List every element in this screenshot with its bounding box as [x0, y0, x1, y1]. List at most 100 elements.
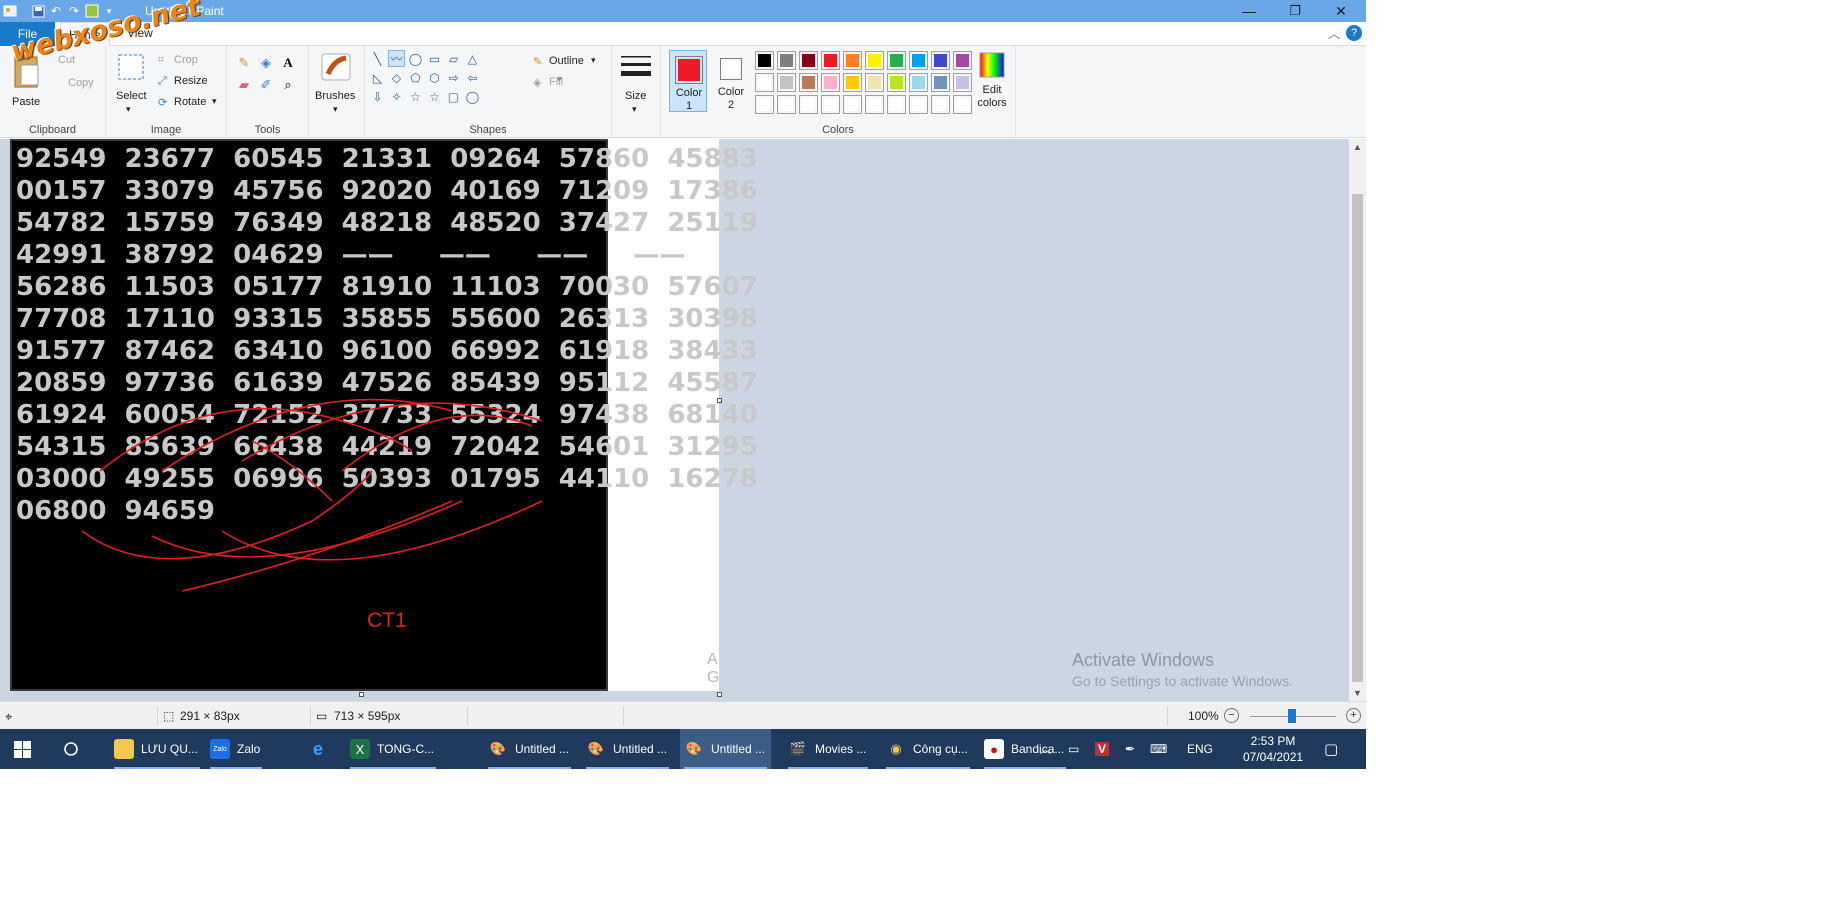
- taskbar-app[interactable]: ◉ Công cụ...: [882, 729, 974, 769]
- palette-swatch[interactable]: [821, 51, 840, 70]
- select-dropdown-icon[interactable]: ▾: [126, 104, 131, 115]
- palette-swatch[interactable]: [953, 51, 972, 70]
- palette-swatch[interactable]: [953, 73, 972, 92]
- palette-swatch[interactable]: [887, 95, 906, 114]
- start-button[interactable]: [12, 729, 39, 769]
- taskbar-app[interactable]: X TONG-C...: [346, 729, 440, 769]
- rotate-dropdown-icon[interactable]: ▾: [212, 96, 217, 107]
- taskbar-app[interactable]: Zalo Zalo: [206, 729, 266, 769]
- text-icon[interactable]: A: [279, 54, 297, 72]
- pentagon-shape-icon[interactable]: ⬠: [407, 69, 424, 86]
- taskbar-app[interactable]: ● Bandica...: [980, 729, 1070, 769]
- outline-button[interactable]: Outline: [549, 55, 584, 67]
- taskbar-app[interactable]: ▇ LƯU QU...: [110, 729, 204, 769]
- clock[interactable]: 2:53 PM 07/04/2021: [1243, 733, 1303, 765]
- outline-dropdown-icon[interactable]: ▾: [591, 55, 596, 66]
- zoom-in-button[interactable]: +: [1346, 708, 1361, 723]
- left-arrow-shape-icon[interactable]: ⇦: [464, 69, 481, 86]
- rectangle-shape-icon[interactable]: ▭: [426, 50, 443, 67]
- edge-button[interactable]: e: [308, 729, 335, 769]
- size-dropdown-icon[interactable]: ▾: [632, 104, 637, 115]
- maximize-button[interactable]: ❐: [1272, 0, 1318, 22]
- brushes-icon[interactable]: [319, 52, 353, 82]
- magnifier-icon[interactable]: ⌕: [279, 76, 297, 94]
- palette-swatch[interactable]: [909, 73, 928, 92]
- cortana-button[interactable]: [61, 729, 88, 769]
- line-shape-icon[interactable]: ╲: [369, 50, 386, 67]
- palette-swatch[interactable]: [799, 95, 818, 114]
- palette-swatch[interactable]: [755, 51, 774, 70]
- taskbar-app[interactable]: 🎨 Untitled ...: [484, 729, 575, 769]
- palette-swatch[interactable]: [887, 51, 906, 70]
- taskbar-app[interactable]: 🎨 Untitled ...: [582, 729, 673, 769]
- taskbar-app[interactable]: 🎨 Untitled ...: [680, 729, 772, 769]
- palette-swatch[interactable]: [755, 95, 774, 114]
- palette-swatch[interactable]: [865, 51, 884, 70]
- palette-swatch[interactable]: [843, 51, 862, 70]
- palette-swatch[interactable]: [909, 95, 928, 114]
- diamond-shape-icon[interactable]: ◇: [388, 69, 405, 86]
- palette-swatch[interactable]: [865, 95, 884, 114]
- palette-swatch[interactable]: [799, 51, 818, 70]
- curve-shape-icon[interactable]: 〰: [388, 50, 405, 67]
- scroll-down-icon[interactable]: ▼: [1349, 685, 1366, 701]
- brushes-dropdown-icon[interactable]: ▾: [333, 104, 338, 115]
- right-triangle-shape-icon[interactable]: ◺: [369, 69, 386, 86]
- rounded-rectangle-shape-icon[interactable]: ▱: [445, 50, 462, 67]
- palette-swatch[interactable]: [909, 51, 928, 70]
- rotate-button[interactable]: Rotate: [174, 96, 206, 108]
- palette-swatch[interactable]: [777, 95, 796, 114]
- hexagon-shape-icon[interactable]: ⬡: [426, 69, 443, 86]
- vertical-scrollbar[interactable]: ▲ ▼: [1349, 139, 1366, 701]
- down-arrow-shape-icon[interactable]: ⇩: [369, 88, 386, 105]
- palette-swatch[interactable]: [821, 95, 840, 114]
- taskbar-app[interactable]: 🎬 Movies ...: [784, 729, 872, 769]
- palette-swatch[interactable]: [865, 73, 884, 92]
- resize-handle-bottom[interactable]: [359, 692, 364, 697]
- resize-handle-corner[interactable]: [717, 692, 722, 697]
- crop-button[interactable]: Crop: [174, 54, 198, 66]
- eraser-icon[interactable]: ▰: [235, 76, 253, 94]
- palette-swatch[interactable]: [953, 95, 972, 114]
- size-icon[interactable]: [619, 52, 653, 84]
- notifications-icon[interactable]: ▢: [1324, 729, 1338, 769]
- help-icon[interactable]: ?: [1346, 25, 1362, 41]
- resize-handle-right[interactable]: [717, 398, 722, 403]
- oval-shape-icon[interactable]: ◯: [407, 50, 424, 67]
- collapse-ribbon-icon[interactable]: ︿: [1328, 25, 1340, 42]
- canvas-area[interactable]: 92549 23677 60545 21331 09264 57860 4588…: [0, 139, 1349, 701]
- palette-swatch[interactable]: [931, 95, 950, 114]
- palette-swatch[interactable]: [931, 73, 950, 92]
- six-point-star-shape-icon[interactable]: ☆: [426, 88, 443, 105]
- close-button[interactable]: ✕: [1318, 0, 1364, 22]
- redo-icon[interactable]: ↷: [66, 3, 82, 19]
- edit-colors-icon[interactable]: [977, 50, 1007, 80]
- minimize-button[interactable]: —: [1226, 0, 1272, 22]
- battery-icon[interactable]: ▭: [1068, 729, 1079, 769]
- vietkey-icon[interactable]: V: [1095, 729, 1110, 769]
- pasted-lottery-image[interactable]: 92549 23677 60545 21331 09264 57860 4588…: [10, 139, 758, 691]
- callout-rect-shape-icon[interactable]: ▢: [445, 88, 462, 105]
- color1-selector[interactable]: Color 1: [669, 50, 707, 112]
- zoom-slider-thumb[interactable]: [1288, 709, 1296, 723]
- palette-swatch[interactable]: [777, 51, 796, 70]
- select-button[interactable]: Select: [116, 90, 147, 102]
- palette-swatch[interactable]: [777, 73, 796, 92]
- fill-bucket-icon[interactable]: ◈: [257, 54, 275, 72]
- scroll-up-icon[interactable]: ▲: [1349, 139, 1366, 155]
- edit-colors-button[interactable]: Edit colors: [974, 84, 1010, 110]
- pen-icon[interactable]: ✒: [1125, 729, 1135, 769]
- select-icon[interactable]: [116, 52, 146, 82]
- palette-swatch[interactable]: [755, 73, 774, 92]
- show-hidden-icons-icon[interactable]: ︿: [1040, 729, 1051, 769]
- scroll-thumb[interactable]: [1352, 194, 1363, 682]
- save-icon[interactable]: [30, 3, 46, 19]
- paste-label[interactable]: Paste: [12, 96, 40, 108]
- color-picker-icon[interactable]: ✐: [257, 76, 275, 94]
- brushes-label[interactable]: Brushes: [315, 90, 355, 102]
- keyboard-icon[interactable]: ⌨: [1150, 729, 1167, 769]
- four-point-star-shape-icon[interactable]: ✧: [388, 88, 405, 105]
- palette-swatch[interactable]: [931, 51, 950, 70]
- language-indicator[interactable]: ENG: [1187, 729, 1213, 769]
- five-point-star-shape-icon[interactable]: ☆: [407, 88, 424, 105]
